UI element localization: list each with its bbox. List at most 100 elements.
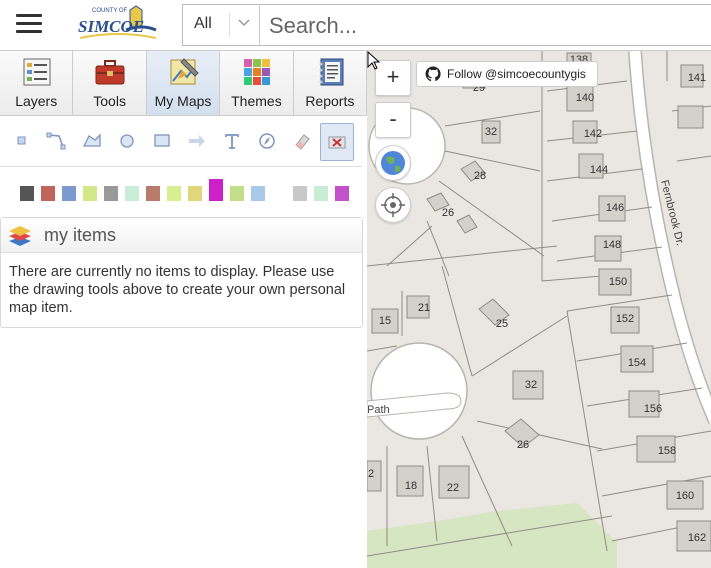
search-input[interactable]	[267, 10, 711, 42]
stacked-layers-icon	[9, 226, 31, 246]
line-tool-icon	[46, 132, 66, 150]
lot-number: 26	[517, 439, 529, 451]
eraser-tool-button[interactable]	[286, 123, 318, 159]
color-swatch[interactable]	[335, 186, 349, 201]
eraser-tool-icon	[295, 134, 310, 150]
color-swatch[interactable]	[104, 186, 118, 201]
color-swatch[interactable]	[293, 186, 307, 201]
tab-reports[interactable]: Reports	[293, 51, 368, 115]
tab-tools[interactable]: Tools	[73, 51, 147, 115]
lot-number: 32	[485, 126, 497, 138]
sidebar: Layers Tools My Maps Themes Reports my i…	[0, 51, 368, 568]
empty-items-message: There are currently no items to display.…	[9, 264, 346, 316]
color-palette	[0, 177, 362, 205]
tab-my-maps[interactable]: My Maps	[146, 51, 221, 115]
lot-number: 21	[418, 302, 430, 314]
rectangle-tool-button[interactable]	[146, 123, 178, 159]
lot-number: 158	[658, 445, 676, 457]
tab-label: Tools	[93, 93, 126, 109]
text-tool-button[interactable]	[216, 123, 248, 159]
zoom-out-button[interactable]: -	[375, 102, 411, 138]
lot-number: 32	[525, 379, 537, 391]
tab-label: Themes	[231, 93, 282, 109]
color-swatch[interactable]	[146, 186, 160, 201]
polygon-tool-icon	[82, 133, 101, 147]
select-divider	[229, 13, 230, 37]
my-items-header[interactable]: my items	[1, 218, 362, 253]
arrow-tool-icon	[189, 135, 205, 147]
point-tool-button[interactable]	[6, 123, 38, 159]
lot-number: 26	[442, 207, 454, 219]
parcel-map: 138 29 141 140 32 142 28 144 26 146 148 …	[367, 51, 711, 568]
map-canvas[interactable]: 138 29 141 140 32 142 28 144 26 146 148 …	[367, 51, 711, 568]
tab-label: My Maps	[154, 93, 212, 109]
tab-layers[interactable]: Layers	[0, 51, 74, 115]
my-location-button[interactable]	[375, 187, 411, 223]
layers-list-icon	[23, 58, 51, 86]
basemap-globe-button[interactable]	[375, 145, 411, 181]
color-swatch[interactable]	[20, 186, 34, 201]
drawing-toolbar	[0, 116, 362, 167]
color-swatch[interactable]	[125, 186, 139, 201]
text-tool-icon	[225, 134, 239, 149]
top-bar: COUNTY OF SIMCOE All	[0, 0, 711, 51]
circle-tool-icon	[120, 134, 134, 148]
report-notebook-icon	[319, 58, 344, 86]
circle-tool-button[interactable]	[111, 123, 143, 159]
line-tool-button[interactable]	[40, 123, 72, 159]
themes-grid-icon	[244, 59, 271, 85]
map-drawing-icon	[170, 58, 199, 85]
main-tabs: Layers Tools My Maps Themes Reports	[0, 51, 368, 116]
my-items-panel: my items There are currently no items to…	[0, 217, 363, 328]
rectangle-tool-icon	[154, 134, 170, 147]
polygon-tool-button[interactable]	[76, 123, 108, 159]
color-swatch[interactable]	[272, 186, 286, 201]
delete-all-button[interactable]	[320, 123, 354, 161]
color-swatch[interactable]	[251, 186, 265, 201]
lot-number: 18	[405, 480, 417, 492]
bearing-tool-icon	[259, 133, 275, 149]
lot-number: 144	[590, 164, 608, 176]
github-follow-label: Follow @simcoecountygis	[447, 67, 586, 81]
toolbox-icon	[95, 60, 125, 85]
color-swatch-selected[interactable]	[209, 179, 223, 201]
lot-number: 140	[576, 92, 594, 104]
lot-number: 141	[688, 72, 706, 84]
logo-text: SIMCOE	[78, 17, 144, 36]
logo-subtext: COUNTY OF	[92, 8, 128, 14]
my-items-title: my items	[44, 225, 116, 245]
lot-number: 2	[368, 468, 374, 480]
lot-number: 152	[616, 313, 634, 325]
search-bar: All	[182, 4, 711, 46]
lot-number: 150	[609, 276, 627, 288]
point-tool-icon	[17, 136, 26, 145]
arrow-tool-button[interactable]	[181, 123, 213, 159]
search-scope-select[interactable]: All	[183, 5, 260, 45]
color-swatch[interactable]	[314, 186, 328, 201]
hamburger-menu-icon[interactable]	[16, 14, 42, 36]
color-swatch[interactable]	[62, 186, 76, 201]
bearing-tool-button[interactable]	[251, 123, 283, 159]
tab-label: Reports	[305, 93, 355, 109]
mouse-pointer-icon	[367, 51, 381, 70]
lot-number: 25	[496, 318, 508, 330]
crosshair-icon	[381, 193, 405, 217]
lot-number: 142	[584, 128, 602, 140]
delete-all-icon	[328, 136, 346, 149]
color-swatch[interactable]	[188, 186, 202, 201]
lot-number: 154	[628, 357, 646, 369]
color-swatch[interactable]	[167, 186, 181, 201]
lot-number: 160	[676, 490, 694, 502]
color-swatch[interactable]	[230, 186, 244, 201]
color-swatch[interactable]	[41, 186, 55, 201]
lot-number: 162	[688, 532, 706, 544]
globe-icon	[381, 151, 405, 175]
tab-themes[interactable]: Themes	[220, 51, 294, 115]
lot-number: 146	[606, 202, 624, 214]
simcoe-logo[interactable]: COUNTY OF SIMCOE	[76, 4, 158, 46]
tab-label: Layers	[15, 93, 58, 109]
lot-number: 148	[603, 239, 621, 251]
lot-number: 22	[447, 482, 459, 494]
color-swatch[interactable]	[83, 186, 97, 201]
github-follow-button[interactable]: Follow @simcoecountygis	[416, 61, 598, 87]
